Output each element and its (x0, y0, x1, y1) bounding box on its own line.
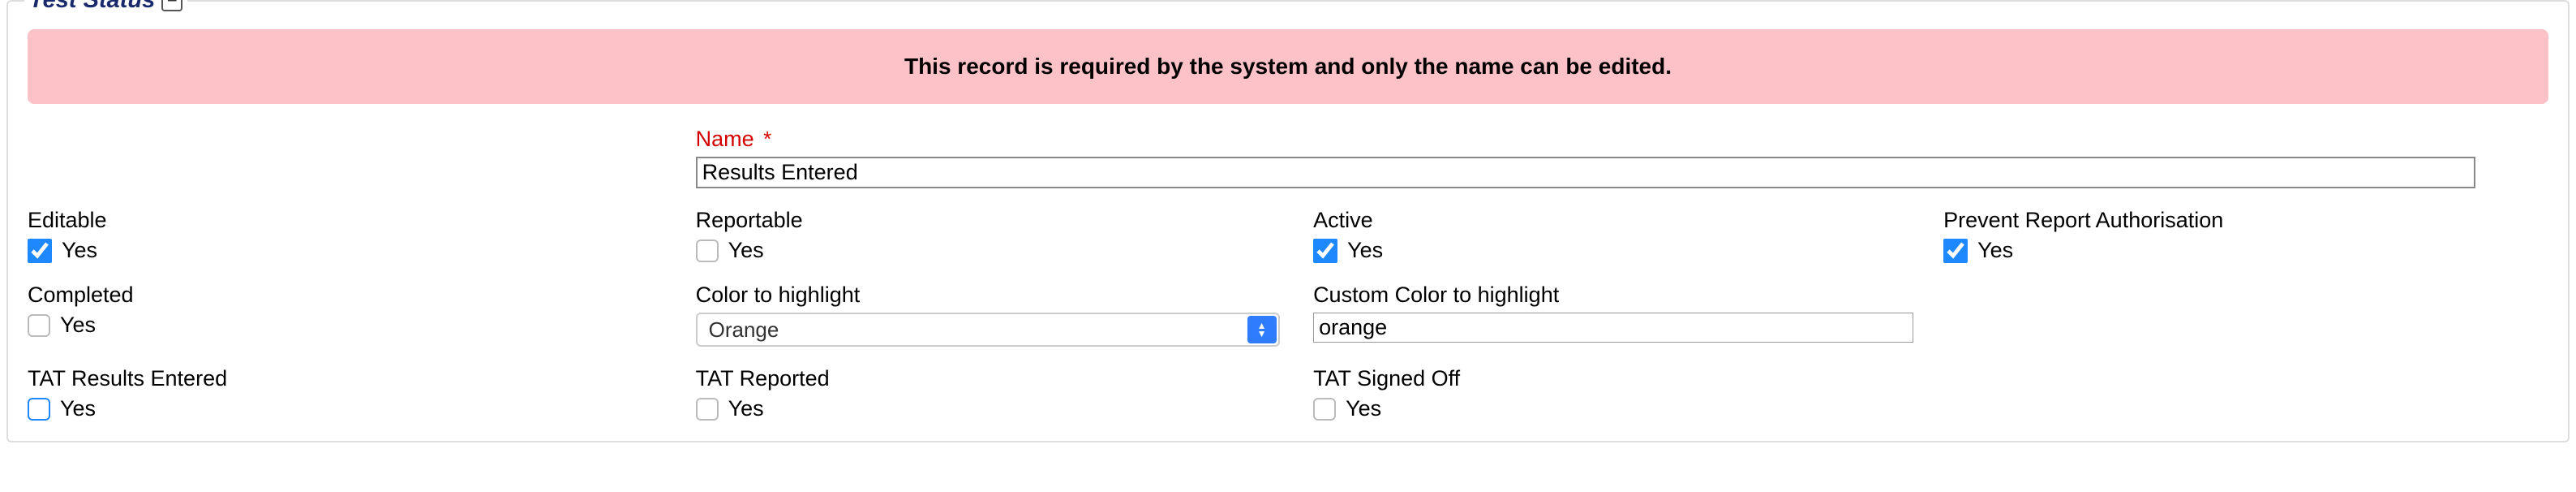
prevent-label: Prevent Report Authorisation (1943, 208, 2532, 233)
system-required-alert: This record is required by the system an… (28, 29, 2548, 104)
color-select[interactable]: Orange ▲▼ (696, 313, 1280, 347)
tat-reported-value-label: Yes (728, 396, 764, 421)
active-label: Active (1313, 208, 1927, 233)
test-status-fieldset: Test Status − This record is required by… (6, 0, 2570, 442)
tat-results-value-label: Yes (60, 396, 96, 421)
reportable-value-label: Yes (728, 238, 764, 263)
prevent-checkbox[interactable] (1943, 239, 1968, 263)
name-row: Name * (28, 127, 2548, 188)
fieldset-title: Test Status (29, 0, 155, 14)
editable-checkbox[interactable] (28, 239, 52, 263)
tat-signed-value-label: Yes (1346, 396, 1381, 421)
color-selected-value: Orange (709, 317, 779, 343)
active-checkbox[interactable] (1313, 239, 1337, 263)
tat-reported-label: TAT Reported (696, 366, 1297, 391)
prevent-value-label: Yes (1977, 238, 2013, 263)
required-indicator: * (763, 127, 771, 151)
row-1: Editable Yes Reportable Yes Active Yes P… (28, 208, 2548, 263)
tat-results-checkbox[interactable] (28, 398, 50, 421)
color-label: Color to highlight (696, 283, 1297, 308)
row-3: TAT Results Entered Yes TAT Reported Yes… (28, 366, 2548, 421)
reportable-checkbox[interactable] (696, 240, 719, 262)
tat-signed-checkbox[interactable] (1313, 398, 1336, 421)
tat-results-label: TAT Results Entered (28, 366, 680, 391)
custom-color-input[interactable] (1313, 313, 1913, 343)
alert-text: This record is required by the system an… (904, 54, 1672, 79)
active-value-label: Yes (1347, 238, 1383, 263)
custom-color-label: Custom Color to highlight (1313, 283, 1927, 308)
completed-label: Completed (28, 283, 680, 308)
editable-label: Editable (28, 208, 680, 233)
minus-icon: − (167, 0, 178, 10)
tat-reported-checkbox[interactable] (696, 398, 719, 421)
editable-value-label: Yes (62, 238, 97, 263)
collapse-toggle-button[interactable]: − (161, 0, 182, 11)
name-input[interactable] (696, 157, 2475, 188)
row-2: Completed Yes Color to highlight Orange … (28, 283, 2548, 347)
chevron-updown-icon: ▲▼ (1247, 316, 1277, 343)
reportable-label: Reportable (696, 208, 1297, 233)
tat-signed-label: TAT Signed Off (1313, 366, 1927, 391)
name-label: Name * (696, 127, 2475, 152)
completed-checkbox[interactable] (28, 314, 50, 337)
fieldset-legend: Test Status − (24, 0, 187, 14)
completed-value-label: Yes (60, 313, 96, 338)
